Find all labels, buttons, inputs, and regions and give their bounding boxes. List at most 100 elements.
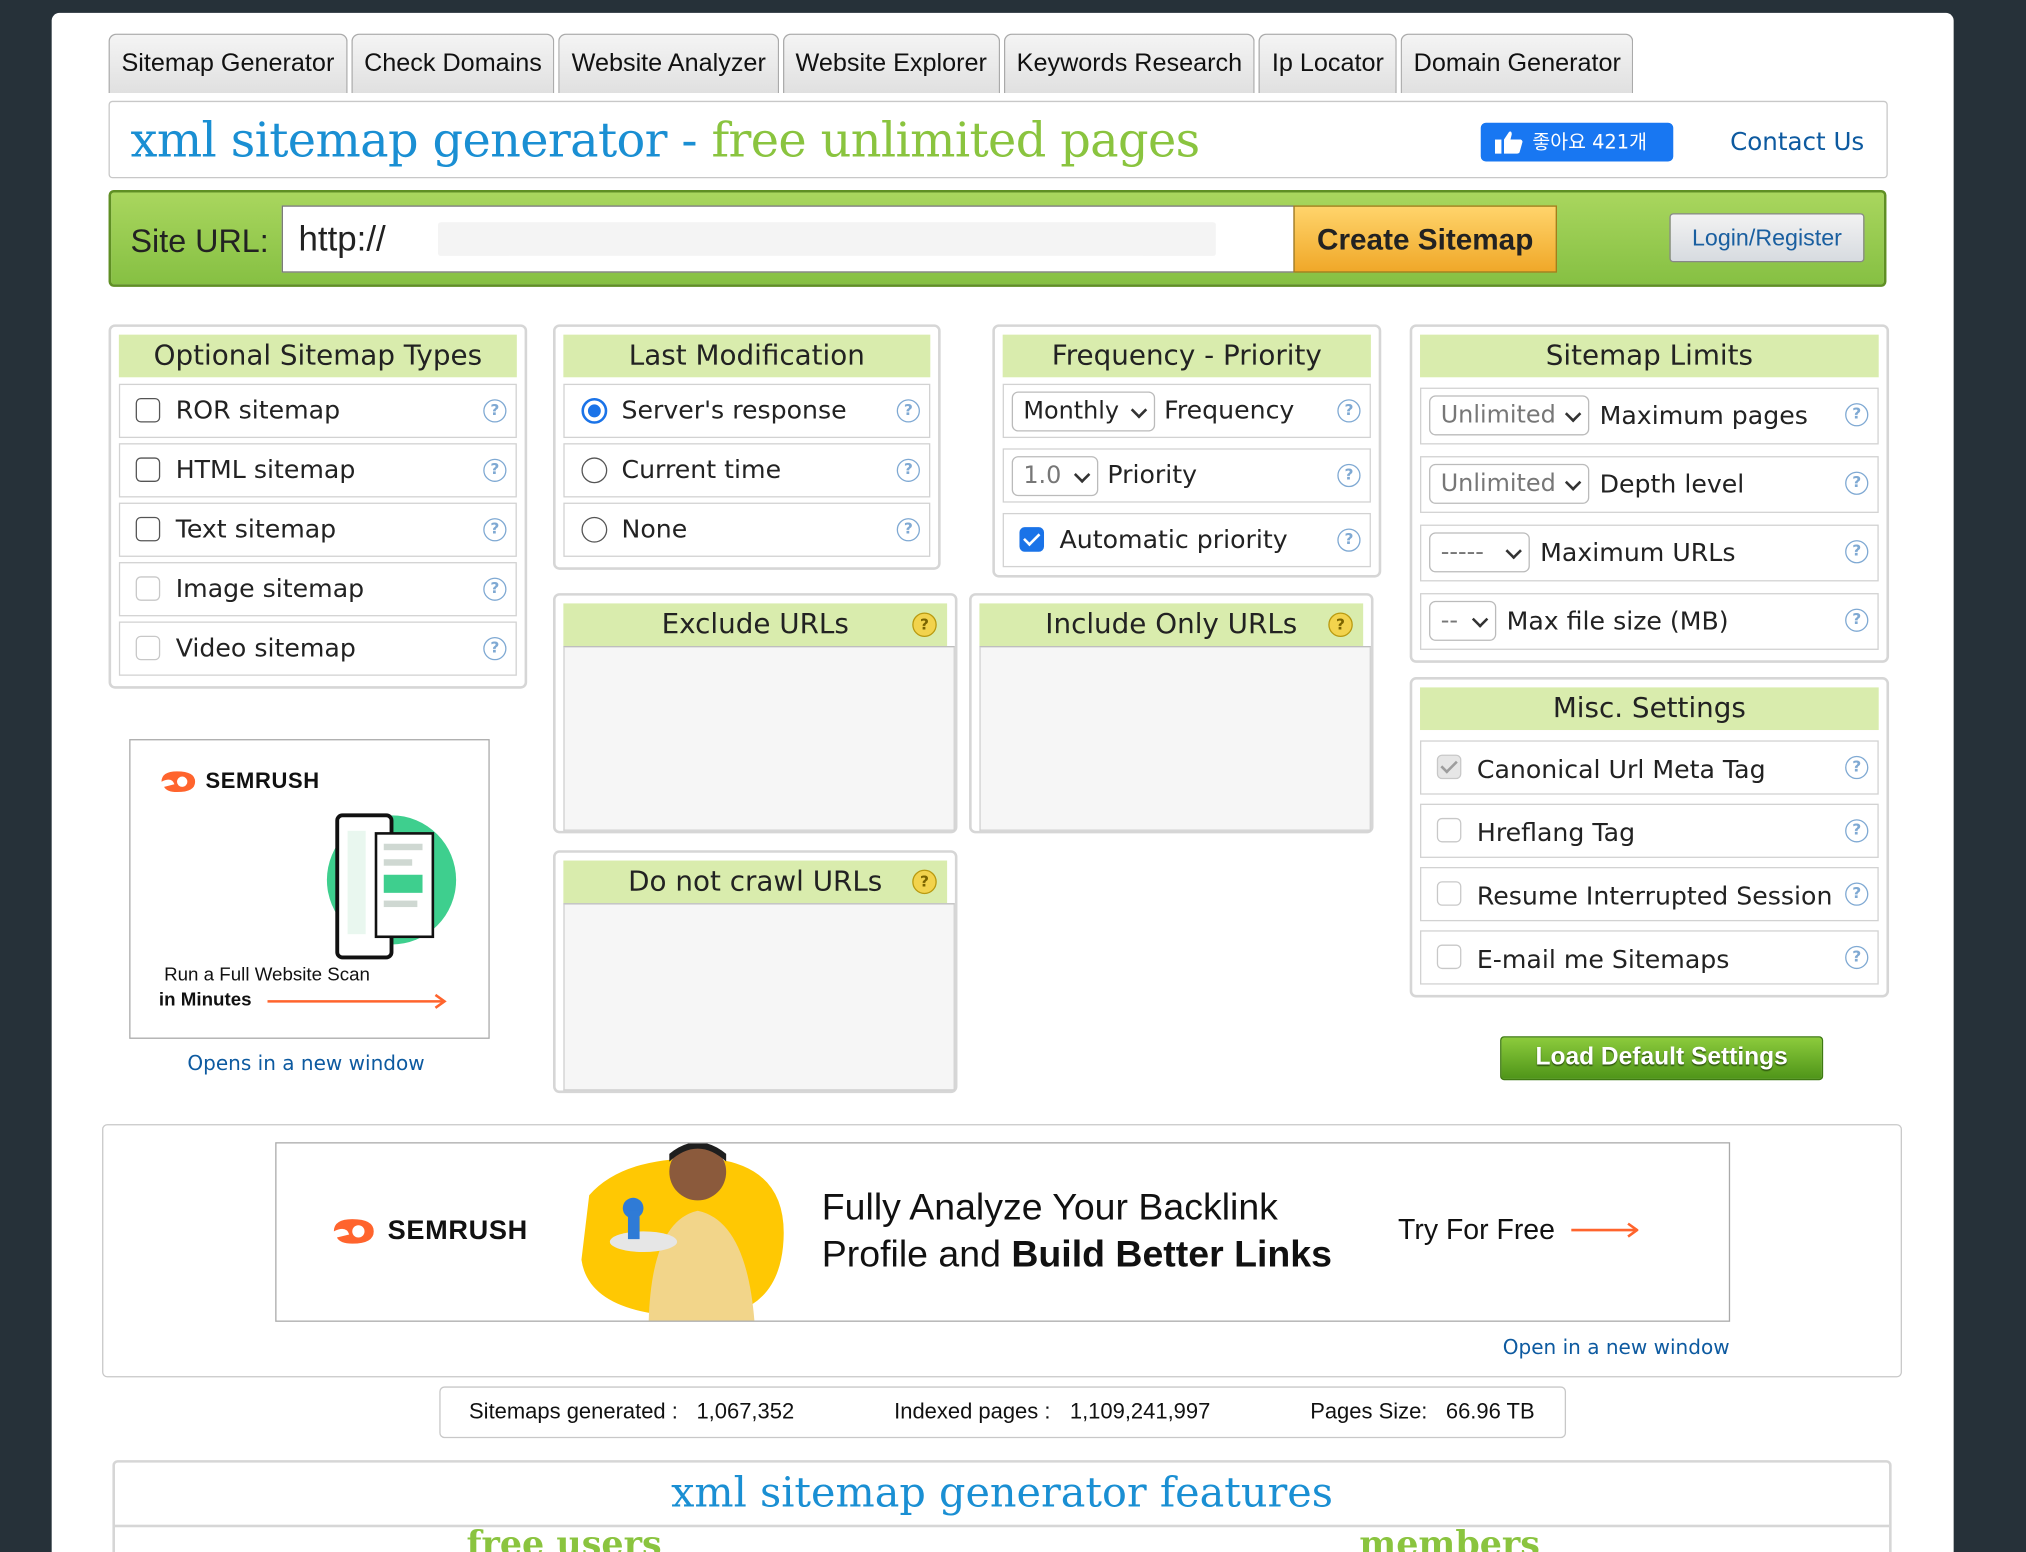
login-register-button[interactable]: Login/Register: [1669, 213, 1865, 263]
help-icon[interactable]: ?: [1337, 463, 1361, 488]
text-sitemap-checkbox[interactable]: [135, 516, 161, 542]
email-sitemaps-option: E-mail me Sitemaps?: [1420, 930, 1879, 985]
create-sitemap-button[interactable]: Create Sitemap: [1293, 205, 1557, 273]
help-icon[interactable]: ?: [1337, 399, 1361, 423]
help-icon[interactable]: ?: [1845, 471, 1869, 495]
max-file-size-select[interactable]: --: [1429, 600, 1497, 641]
exclude-urls-textarea[interactable]: [563, 646, 955, 831]
banner-headline-line2a: Profile and: [821, 1233, 1012, 1276]
banner-cta: Try For Free: [1398, 1213, 1555, 1246]
sitemaps-generated-label: Sitemaps generated :: [469, 1399, 678, 1424]
banner-person-illustration: [581, 1143, 784, 1321]
title-main: xml sitemap generator -: [130, 112, 698, 168]
text-sitemap-option: Text sitemap?: [118, 502, 517, 557]
help-icon[interactable]: ?: [483, 637, 507, 661]
ad-small-line1: Run a Full Website Scan: [164, 965, 370, 986]
help-icon[interactable]: ?: [1337, 528, 1361, 552]
tab-website-analyzer[interactable]: Website Analyzer: [558, 33, 779, 94]
facebook-like-button[interactable]: 좋아요 421개: [1480, 122, 1674, 162]
site-url-input[interactable]: http://: [281, 205, 1295, 273]
tab-domain-generator[interactable]: Domain Generator: [1400, 33, 1634, 94]
html-sitemap-label: HTML sitemap: [175, 454, 356, 485]
help-icon[interactable]: ?: [896, 399, 920, 423]
tab-check-domains[interactable]: Check Domains: [351, 33, 555, 94]
tab-ip-locator[interactable]: Ip Locator: [1258, 33, 1397, 94]
email-sitemaps-checkbox[interactable]: [1436, 944, 1462, 970]
resume-session-checkbox[interactable]: [1436, 881, 1462, 906]
banner-headline-line1: Fully Analyze Your Backlink: [821, 1187, 1278, 1229]
ror-sitemap-checkbox[interactable]: [135, 397, 161, 423]
current-time-radio[interactable]: [581, 457, 608, 484]
max-pages-label: Maximum pages: [1599, 400, 1808, 431]
html-sitemap-checkbox[interactable]: [135, 457, 161, 482]
banner-ad-container: SEMRUSH Fully Analyze Your Backlink Prof…: [102, 1124, 1902, 1378]
ad-small-open-link[interactable]: Opens in a new window: [187, 1052, 424, 1075]
top-navigation: Sitemap Generator Check Domains Website …: [108, 33, 1634, 94]
depth-level-label: Depth level: [1599, 469, 1745, 499]
priority-select[interactable]: 1.0: [1011, 456, 1099, 497]
help-icon[interactable]: ?: [483, 458, 507, 482]
load-default-settings-button[interactable]: Load Default Settings: [1500, 1036, 1824, 1081]
ror-sitemap-label: ROR sitemap: [175, 395, 341, 426]
arrow-right-icon: [267, 993, 447, 1009]
do-not-crawl-textarea[interactable]: [563, 903, 955, 1091]
max-urls-label: Maximum URLs: [1540, 537, 1736, 568]
image-sitemap-checkbox[interactable]: [135, 576, 161, 601]
help-icon[interactable]: ?: [1845, 945, 1869, 970]
help-icon[interactable]: ?: [1328, 612, 1353, 638]
ad-small-line2: in Minutes: [158, 989, 252, 1011]
do-not-crawl-heading: Do not crawl URLs?: [563, 860, 948, 904]
optional-sitemap-types-panel: Optional Sitemap Types ROR sitemap? HTML…: [108, 324, 528, 689]
tab-website-explorer[interactable]: Website Explorer: [782, 33, 1000, 94]
max-urls-select[interactable]: -----: [1429, 532, 1530, 573]
include-only-urls-textarea[interactable]: [979, 646, 1371, 831]
semrush-banner-ad[interactable]: SEMRUSH Fully Analyze Your Backlink Prof…: [275, 1142, 1731, 1322]
hreflang-checkbox[interactable]: [1436, 817, 1462, 843]
help-icon[interactable]: ?: [483, 577, 507, 601]
site-url-bar: Site URL: http:// Create Sitemap Login/R…: [108, 189, 1887, 287]
help-icon[interactable]: ?: [483, 399, 507, 423]
none-radio[interactable]: [581, 516, 608, 543]
text-sitemap-label: Text sitemap: [175, 514, 337, 544]
canonical-option: Canonical Url Meta Tag?: [1420, 740, 1879, 795]
include-only-urls-panel: Include Only URLs?: [969, 593, 1374, 834]
tab-keywords-research[interactable]: Keywords Research: [1003, 33, 1256, 94]
help-icon[interactable]: ?: [1845, 540, 1869, 564]
banner-headline-line2: Profile and Build Better Links: [822, 1234, 1332, 1277]
features-title: xml sitemap generator features: [671, 1467, 1333, 1517]
frequency-priority-heading: Frequency - Priority: [1002, 334, 1371, 378]
canonical-checkbox[interactable]: [1436, 754, 1462, 780]
help-icon[interactable]: ?: [483, 518, 507, 542]
server-response-option: Server's response?: [563, 383, 931, 439]
tab-sitemap-generator[interactable]: Sitemap Generator: [108, 33, 348, 94]
hreflang-option: Hreflang Tag?: [1420, 803, 1879, 858]
server-response-radio[interactable]: [581, 397, 608, 424]
help-icon[interactable]: ?: [912, 612, 937, 638]
banner-open-link[interactable]: Open in a new window: [1503, 1336, 1730, 1359]
help-icon[interactable]: ?: [896, 518, 920, 542]
indexed-pages-label: Indexed pages :: [894, 1399, 1051, 1424]
video-sitemap-checkbox[interactable]: [135, 635, 161, 661]
help-icon[interactable]: ?: [1845, 755, 1869, 780]
depth-level-select[interactable]: Unlimited: [1429, 463, 1590, 504]
help-icon[interactable]: ?: [1845, 608, 1869, 632]
help-icon[interactable]: ?: [1845, 882, 1869, 906]
contact-us-link[interactable]: Contact Us: [1730, 128, 1864, 156]
max-pages-select[interactable]: Unlimited: [1429, 395, 1590, 436]
misc-settings-panel: Misc. Settings Canonical Url Meta Tag? H…: [1409, 677, 1890, 998]
include-only-urls-heading: Include Only URLs?: [979, 603, 1364, 647]
indexed-pages-value: 1,109,241,997: [1069, 1399, 1211, 1424]
image-sitemap-option: Image sitemap?: [118, 562, 517, 617]
frequency-select[interactable]: Monthly: [1011, 391, 1156, 432]
banner-headline-line2b: Build Better Links: [1011, 1233, 1332, 1276]
help-icon[interactable]: ?: [1845, 403, 1869, 427]
ror-sitemap-option: ROR sitemap?: [118, 383, 517, 439]
image-sitemap-label: Image sitemap: [175, 573, 365, 604]
help-icon[interactable]: ?: [912, 869, 937, 895]
frequency-row: Monthly Frequency?: [1002, 383, 1371, 439]
help-icon[interactable]: ?: [1845, 819, 1869, 843]
none-label: None: [621, 514, 688, 544]
automatic-priority-checkbox[interactable]: [1019, 527, 1045, 552]
semrush-ad-small[interactable]: SEMRUSH Run a Full Website Scan in Minut…: [129, 739, 490, 1039]
help-icon[interactable]: ?: [896, 458, 920, 482]
